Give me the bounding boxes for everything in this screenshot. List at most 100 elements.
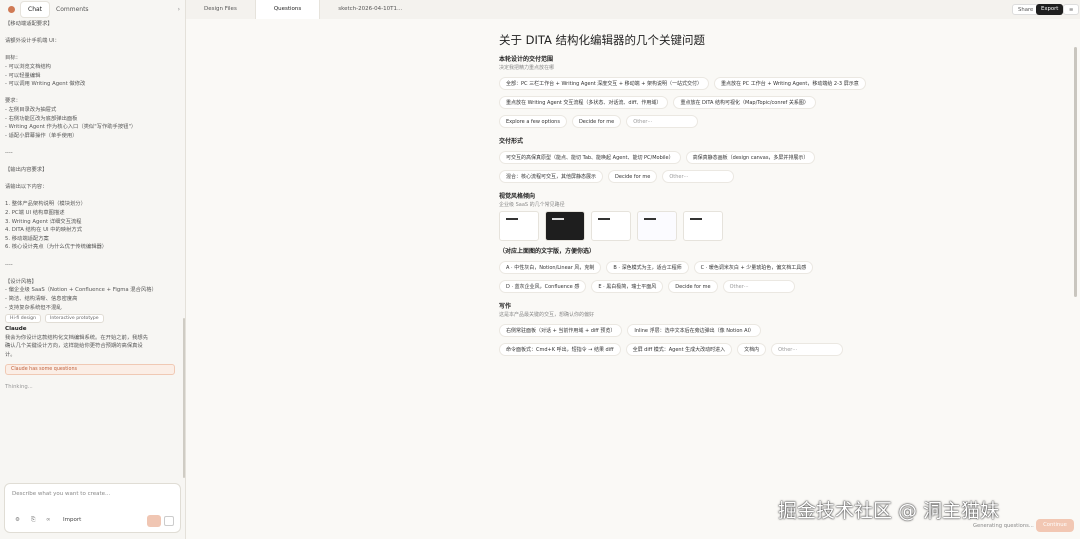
chat-line	[5, 158, 183, 167]
section-title: 视觉风格倾向	[499, 193, 536, 200]
tab-sketch[interactable]: sketch-2026-04-10T1…	[320, 0, 420, 19]
style-thumbnail[interactable]	[499, 211, 539, 241]
option-chip[interactable]: Decide for me	[668, 280, 718, 293]
tab-questions[interactable]: Questions	[254, 0, 321, 19]
option-chip[interactable]: 重点放在 PC 工作台 + Writing Agent，移动端给 2-3 屏示意	[714, 77, 866, 90]
tab-comments[interactable]: Comments	[49, 2, 96, 17]
attach-icon[interactable]: ⎘	[31, 517, 35, 524]
claude-message-line: 我会为你设计这款结构化文档编辑系统。在开始之前，我想先	[5, 334, 149, 341]
chat-line: 请输出以下内容：	[5, 184, 48, 191]
claude-name: Claude	[5, 326, 27, 333]
section-subtitle: 企业级 SaaS 的几个常见路径	[499, 202, 565, 208]
other-input[interactable]: Other···	[722, 280, 795, 293]
chat-line: 5. 移动端适配方案	[5, 235, 49, 242]
chip[interactable]: Hi-fi design	[5, 314, 41, 324]
chat-line: 4. DITA 结构在 UI 中的映射方式	[5, 227, 82, 234]
import-button[interactable]: Import	[63, 517, 81, 523]
section-title: 写作	[499, 303, 512, 310]
question-section: 视觉风格倾向企业级 SaaS 的几个常见路径	[499, 192, 879, 241]
section-subtitle: 决定我把精力重点放在哪	[499, 65, 555, 71]
chat-line: - 偏企业级 SaaS（Notion + Confluence + Figma …	[5, 287, 157, 294]
chat-line: 2. PC端 UI 结构草图描述	[5, 210, 65, 217]
chat-line	[5, 140, 183, 149]
chat-line: 【输出内容要求】	[5, 167, 48, 174]
chat-line: 目标：	[5, 55, 21, 62]
watermark: 掘金技术社区 @ 洞主猫妹	[778, 500, 1000, 522]
send-button[interactable]	[147, 515, 161, 527]
tab-design-files[interactable]: Design Files	[186, 0, 255, 19]
thinking-status: Thinking...	[5, 383, 33, 390]
main-scrollbar[interactable]	[1074, 47, 1077, 297]
option-chip[interactable]: 高保真静态画板（design canvas，多屏并排展示）	[685, 151, 816, 164]
chat-line: 【设计风格】	[5, 278, 37, 285]
stop-button[interactable]	[164, 516, 174, 526]
option-chip[interactable]: Decide for me	[571, 115, 622, 128]
chat-line: 3. Writing Agent 详细交互流程	[5, 218, 82, 225]
option-chip[interactable]: 文档内	[737, 343, 767, 356]
prompt-input[interactable]: Describe what you want to create...	[12, 491, 110, 497]
chip[interactable]: Interactive prototype	[44, 314, 104, 324]
export-button[interactable]: Export	[1036, 4, 1064, 15]
question-section: 本轮设计的交付范围 决定我把精力重点放在哪全部：PC 三栏工作台 + Writin…	[499, 55, 879, 131]
chat-sidebar: Chat Comments › 【移动端适配要求】 请额外设计手机端 UI： 目标：…	[0, 0, 186, 539]
generating-status: Generating questions...	[973, 523, 1034, 529]
option-chip[interactable]: 命令面板式：Cmd+K 呼出，短指令 → 结果 diff	[499, 343, 621, 356]
option-chip[interactable]: 右侧常驻面板（对话 + 当前作用域 + diff 预览）	[499, 324, 623, 337]
other-input[interactable]: Other···	[626, 115, 699, 128]
chat-line: - Writing Agent 作为核心入口（类似"写作助手按钮"）	[5, 124, 137, 131]
continue-button[interactable]: Continue	[1036, 519, 1074, 532]
chat-line: - 左侧目录改为抽屉式	[5, 106, 57, 113]
chat-line	[5, 175, 183, 184]
claude-message-line: 计。	[5, 351, 16, 358]
prompt-box[interactable]: Describe what you want to create... ⚙ ⎘ …	[4, 483, 181, 533]
option-chip[interactable]: 全部：PC 三栏工作台 + Writing Agent 深度交互 + 移动端 +…	[499, 77, 710, 90]
option-chip[interactable]: D · 蓝灰企业风，Confluence 感	[499, 280, 587, 293]
question-section: 交付形式 可交互的高保真原型（能点、能切 Tab、能唤起 Agent、能切 PC/…	[499, 137, 879, 186]
question-section: 写作这是本产品最关键的交互，想确认你的偏好右侧常驻面板（对话 + 当前作用域 +…	[499, 302, 879, 359]
section-subtitle: 这是本产品最关键的交互，想确认你的偏好	[499, 312, 595, 318]
style-thumbnail[interactable]	[545, 211, 585, 241]
chat-line: - 可以调用 Writing Agent 做修改	[5, 81, 86, 88]
section-title: 本轮设计的交付范围	[499, 56, 554, 63]
chat-line: - 可以浏览文档结构	[5, 63, 51, 70]
chat-line: ----	[5, 261, 13, 268]
chat-history[interactable]: 【移动端适配要求】 请额外设计手机端 UI： 目标： - 可以浏览文档结构 - 可以轻量…	[5, 20, 183, 456]
option-chip[interactable]: 混合：核心流程可交互，其他屏静态展示	[499, 170, 604, 183]
option-chip[interactable]: Inline 浮层：选中文本后在旁边弹出（像 Notion AI）	[627, 324, 762, 337]
option-chip[interactable]: A · 中性灰白，Notion/Linear 风，克制	[499, 261, 602, 274]
top-bar: Design Files Questions sketch-2026-04-10…	[186, 0, 1080, 19]
chat-line: - 右侧功能区改为底部弹出面板	[5, 115, 78, 122]
claude-message-line: 确认几个关键设计方向，这样能给你更符合预期的高保真设	[5, 343, 143, 350]
option-chip[interactable]: B · 深色模式为主，适合工程师	[606, 261, 689, 274]
chat-line	[5, 252, 183, 261]
chat-line: - 简洁、结构清晰、信息密度高	[5, 296, 78, 302]
option-chip[interactable]: 重点放在 DITA 结构可视化（Map/Topic/conref 关系图）	[673, 96, 816, 109]
style-thumbnails	[499, 211, 879, 241]
option-list: 全部：PC 三栏工作台 + Writing Agent 深度交互 + 移动端 +…	[499, 74, 879, 131]
option-chip[interactable]: Explore a few options	[499, 115, 567, 128]
option-chip[interactable]: C · 暖色调米灰白 + 少量琥珀色，偏文档工具感	[693, 261, 814, 274]
option-chip[interactable]: 全屏 diff 模式：Agent 生成大改动时进入	[625, 343, 733, 356]
chat-line: 请额外设计手机端 UI：	[5, 38, 60, 45]
option-chip[interactable]: 可交互的高保真原型（能点、能切 Tab、能唤起 Agent、能切 PC/Mobi…	[499, 151, 681, 164]
menu-icon[interactable]: ≡	[1063, 4, 1080, 15]
attachment-chips: Hi-fi design Interactive prototype	[5, 314, 183, 324]
style-thumbnail[interactable]	[591, 211, 631, 241]
option-list: 可交互的高保真原型（能点、能切 Tab、能唤起 Agent、能切 PC/Mobi…	[499, 148, 879, 186]
chat-scrollbar[interactable]	[183, 318, 185, 478]
option-chip[interactable]: E · 黑白极简，瑞士平面风	[591, 280, 664, 293]
settings-icon[interactable]: ⚙	[15, 517, 20, 523]
chat-line	[5, 46, 183, 55]
link-icon[interactable]: ∞	[46, 517, 51, 523]
chat-line	[5, 269, 183, 278]
other-input[interactable]: Other···	[662, 170, 735, 183]
chat-line	[5, 89, 183, 98]
style-thumbnail[interactable]	[683, 211, 723, 241]
chevron-right-icon[interactable]: ›	[178, 6, 180, 13]
questions-notice[interactable]: Claude has some questions	[5, 363, 175, 375]
style-thumbnail[interactable]	[637, 211, 677, 241]
other-input[interactable]: Other···	[771, 343, 844, 356]
option-chip[interactable]: 重点放在 Writing Agent 交互流程（多状态、对话流、diff、作用域…	[499, 96, 669, 109]
option-chip[interactable]: Decide for me	[608, 170, 658, 183]
tab-chat[interactable]: Chat	[21, 1, 50, 17]
